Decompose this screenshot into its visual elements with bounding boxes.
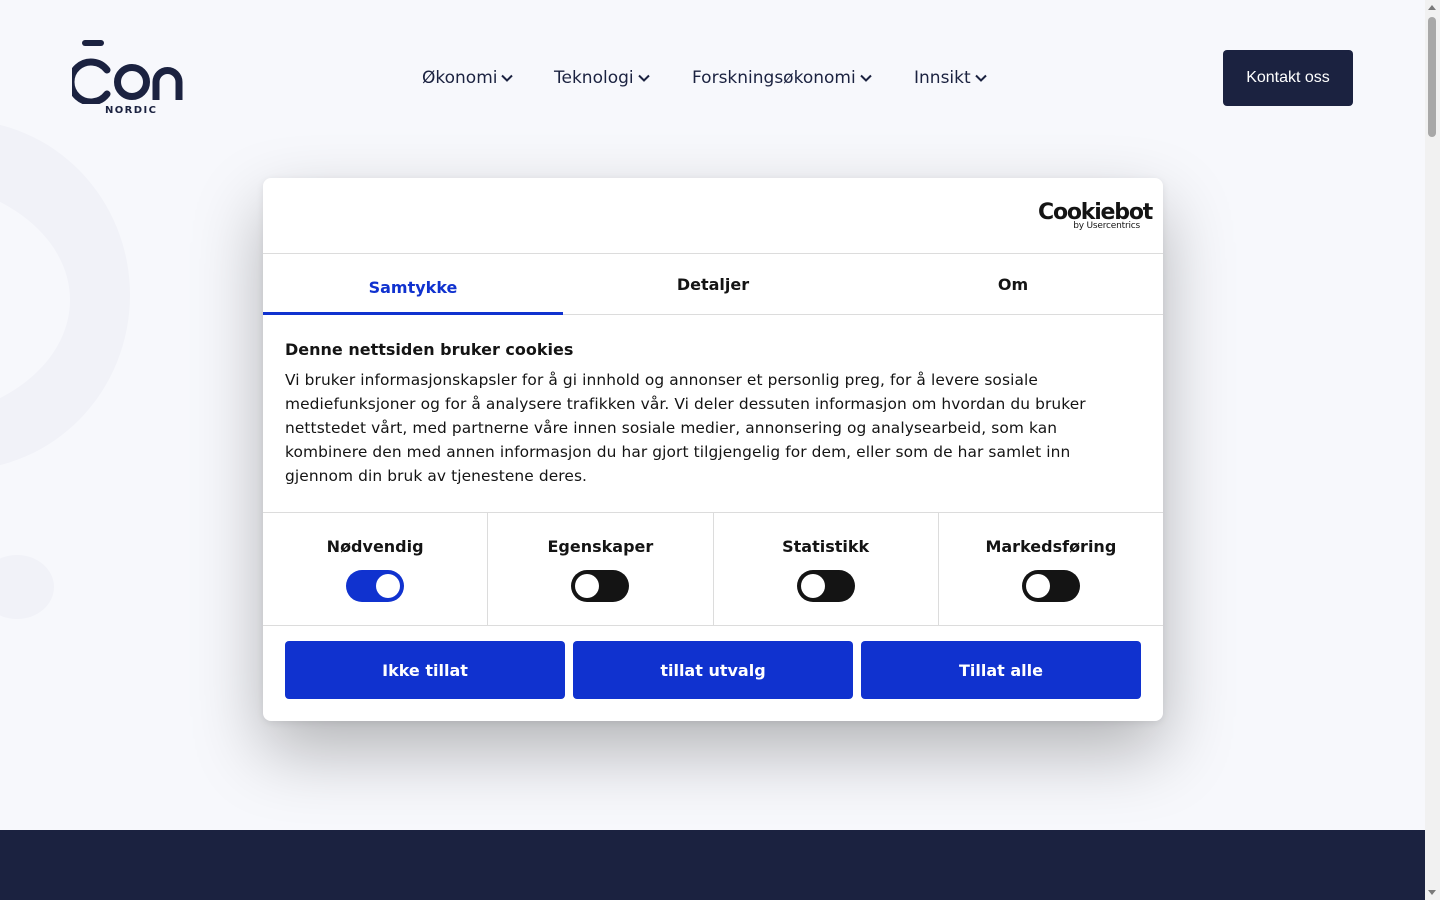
cookiebot-byline: by Usercentrics xyxy=(1073,221,1140,231)
markedsforing-toggle[interactable] xyxy=(1021,570,1080,602)
dialog-header: Cookiebot by Usercentrics xyxy=(263,178,1163,254)
consent-description: Vi bruker informasjonskapsler for å gi i… xyxy=(285,371,1086,485)
nodvendig-toggle[interactable] xyxy=(346,570,405,602)
category-label: Markedsføring xyxy=(985,537,1117,556)
chevron-down-icon xyxy=(637,74,650,82)
consent-body: Denne nettsiden bruker cookies Vi bruker… xyxy=(285,340,1135,488)
dialog-tabs: Samtykke Detaljer Om xyxy=(263,254,1163,315)
chevron-down-icon xyxy=(974,74,987,82)
logo-subtitle: NORDIC xyxy=(105,105,158,116)
nav-item-label: Forskningsøkonomi xyxy=(692,68,856,88)
category-nodvendig: Nødvendig xyxy=(263,513,489,625)
nav-item-label: Økonomi xyxy=(422,68,498,88)
category-label: Nødvendig xyxy=(326,537,424,556)
main-nav: Økonomi Teknologi Forskningsøkonomi Inns… xyxy=(422,66,987,90)
scroll-down-arrow-icon[interactable] xyxy=(1428,890,1436,895)
tab-samtykke[interactable]: Samtykke xyxy=(263,254,563,315)
deny-button[interactable]: Ikke tillat xyxy=(285,641,565,699)
contact-button[interactable]: Kontakt oss xyxy=(1223,50,1353,106)
toggle-knob xyxy=(800,574,825,598)
nav-item-teknologi[interactable]: Teknologi xyxy=(554,66,692,90)
nav-item-forskningsokonomi[interactable]: Forskningsøkonomi xyxy=(692,66,914,90)
chevron-down-icon xyxy=(859,74,872,82)
toggle-knob xyxy=(575,574,600,598)
logo-mark-icon xyxy=(72,40,183,104)
nav-item-innsikt[interactable]: Innsikt xyxy=(914,66,987,90)
chevron-down-icon xyxy=(501,74,514,82)
toggle-knob xyxy=(376,574,401,598)
egenskaper-toggle[interactable] xyxy=(571,570,630,602)
category-markedsforing: Markedsføring xyxy=(939,513,1163,625)
background-decoration xyxy=(0,555,54,619)
scroll-thumb[interactable] xyxy=(1428,17,1436,137)
nav-item-label: Innsikt xyxy=(914,68,971,88)
tab-om[interactable]: Om xyxy=(863,254,1163,314)
scroll-up-arrow-icon[interactable] xyxy=(1428,5,1436,10)
con-nordic-logo[interactable]: NORDIC xyxy=(72,38,188,118)
nav-item-label: Teknologi xyxy=(554,68,634,88)
allow-selection-button[interactable]: tillat utvalg xyxy=(573,641,853,699)
category-statistikk: Statistikk xyxy=(714,513,939,625)
toggle-knob xyxy=(1025,574,1050,598)
site-header: NORDIC Økonomi Teknologi Forskningsøkono… xyxy=(0,0,1425,150)
consent-actions: Ikke tillat tillat utvalg Tillat alle xyxy=(285,641,1141,699)
tab-detaljer[interactable]: Detaljer xyxy=(563,254,863,314)
page-scrollbar[interactable] xyxy=(1425,0,1440,900)
category-label: Statistikk xyxy=(782,537,870,556)
cookiebot-logo: Cookiebot by Usercentrics xyxy=(1038,200,1153,234)
nav-item-okonomi[interactable]: Økonomi xyxy=(422,66,554,90)
category-label: Egenskaper xyxy=(547,537,654,556)
category-egenskaper: Egenskaper xyxy=(488,513,714,625)
consent-title: Denne nettsiden bruker cookies xyxy=(285,340,574,359)
allow-all-button[interactable]: Tillat alle xyxy=(861,641,1141,699)
dark-section xyxy=(0,830,1425,900)
consent-categories: Nødvendig Egenskaper Statistikk Markedsf… xyxy=(263,512,1163,626)
cookie-consent-dialog: Cookiebot by Usercentrics Samtykke Detal… xyxy=(263,178,1163,721)
statistikk-toggle[interactable] xyxy=(796,570,855,602)
